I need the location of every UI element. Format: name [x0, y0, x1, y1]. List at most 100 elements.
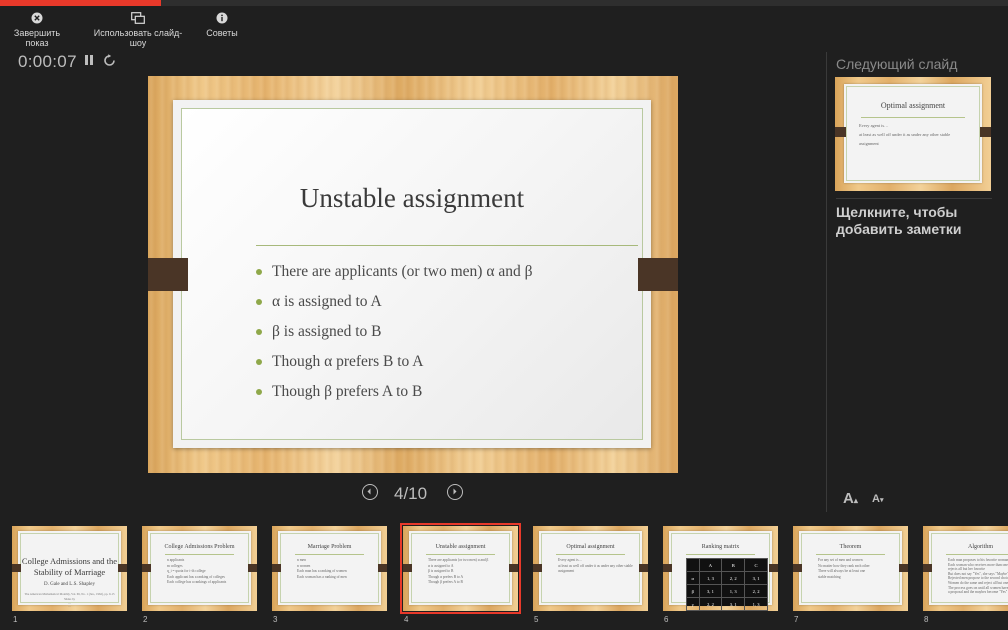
bullet-list: There are applicants (or two men) α and …	[256, 257, 532, 407]
thumb-clip-left	[142, 564, 151, 572]
thumb-rule	[556, 554, 625, 555]
thumb-authors: D. Gale and L.S. Shapley	[44, 582, 95, 587]
tips-button[interactable]: Советы	[204, 12, 240, 38]
chevron-left-icon	[367, 488, 371, 495]
matrix-cell: 1, 3	[721, 584, 746, 598]
thumb-paper: Marriage Problem n men n women Each man has…	[278, 531, 381, 605]
bullet-text: β is assigned to B	[272, 323, 382, 340]
thumb-line: There are applicants (or two men) α and …	[428, 558, 489, 562]
thumb-line: a proposal and the maybes become "Yes"	[948, 590, 1008, 595]
bullet-dot-icon	[256, 329, 262, 335]
thumb-body: There are applicants (or two men) α and …	[428, 558, 488, 586]
thumb-presenters: Slides by......	[21, 597, 118, 609]
thumb-frame: Optimal assignment Every agent is… at leas…	[541, 533, 640, 603]
thumb-rule	[426, 554, 495, 555]
preview-paper: Optimal assignment Every agent is… at le…	[844, 84, 982, 183]
thumb-frame: Algorithm Each man proposes to his favori…	[931, 533, 1008, 603]
next-slide-button[interactable]	[447, 484, 463, 500]
preview-frame: Optimal assignment Every agent is… at le…	[846, 86, 980, 181]
thumb-clip-right	[248, 564, 257, 572]
panel-divider	[826, 52, 827, 512]
bullet-text: There are applicants (or two men) α and …	[272, 263, 533, 280]
duplicate-screens-icon	[131, 12, 145, 24]
speaker-notes-area[interactable]: Щелкните, чтобы добавить заметки	[836, 204, 996, 238]
slide-thumbnail[interactable]: College Admissions Problem n applicants m …	[142, 526, 257, 611]
slide-thumbnail[interactable]: Algorithm Each man proposes to his favori…	[923, 526, 1008, 611]
left-clip	[148, 258, 188, 291]
end-show-button[interactable]: Завершить показ	[4, 12, 70, 48]
thumb-title: College Admissions and the Stability of …	[21, 556, 118, 577]
thumb-rule	[686, 554, 755, 555]
thumb-citation: The American Mathematical Monthly, Vol. …	[24, 592, 115, 596]
thumb-frame: Marriage Problem n men n women Each man has…	[280, 533, 379, 603]
thumb-clip-left	[272, 564, 281, 572]
next-slide-preview[interactable]: Optimal assignment Every agent is… at le…	[835, 77, 991, 191]
preview-body: Every agent is… at least as well off und…	[859, 121, 950, 148]
thumb-presenter-line: ...	[68, 604, 71, 609]
increase-font-button[interactable]: A▴	[843, 490, 858, 507]
info-icon	[216, 12, 228, 24]
increase-font-label: A	[843, 490, 854, 507]
bullet-item: There are applicants (or two men) α and …	[256, 257, 532, 287]
thumb-title: College Admissions Problem	[164, 544, 235, 550]
thumb-title: Algorithm	[968, 544, 993, 550]
matrix-header-cell: C	[744, 558, 768, 572]
thumb-clip-right	[118, 564, 127, 572]
slide-thumbnail[interactable]: Optimal assignment Every agent is… at leas…	[533, 526, 648, 611]
thumbnail-number: 1	[13, 615, 18, 624]
thumb-line: Each man proposes to his favorite woman	[948, 558, 1008, 562]
notes-divider	[836, 198, 992, 199]
thumb-frame: Theorem For any set of men and women No ma…	[801, 533, 900, 603]
thumb-paper: Optimal assignment Every agent is… at leas…	[539, 531, 642, 605]
preview-line: assignment	[859, 141, 879, 146]
matrix-cell: 2, 2	[698, 597, 723, 611]
thumb-body: n men n women Each man has a ranking of wo…	[297, 558, 347, 580]
matrix-cell: α	[686, 571, 700, 585]
thumb-line: For any set of men and women	[818, 558, 863, 562]
matrix-cell: 2, 2	[721, 571, 746, 585]
thumb-title: Theorem	[839, 544, 862, 550]
thumb-line: There will always be at least one	[818, 569, 866, 574]
thumbnail-number: 5	[534, 615, 539, 624]
elapsed-timer: 0:00:07	[18, 52, 77, 71]
slide-thumbnail[interactable]: Ranking matrix A B Cα 1, 3 2, 2 3, 1 β 3, 1 1, 32…	[663, 526, 778, 611]
thumb-paper: College Admissions Problem n applicants m …	[148, 531, 251, 605]
thumb-frame: Unstable assignment There are applicants …	[411, 533, 510, 603]
preview-line: at least as well off under it as under a…	[859, 132, 951, 137]
use-slideshow-button[interactable]: Использовать слайд-шоу	[90, 12, 186, 48]
thumb-line: Each woman has a ranking of men	[297, 574, 347, 579]
bullet-item: Though α prefers B to A	[256, 347, 532, 377]
thumb-clip-left	[923, 564, 932, 572]
matrix-cell: 3, 1	[721, 597, 746, 611]
tips-label: Советы	[206, 28, 238, 38]
slide-thumbnail[interactable]: Marriage Problem n men n women Each man has…	[272, 526, 387, 611]
thumb-rule	[816, 554, 885, 555]
thumb-line: stable matching	[818, 574, 841, 579]
thumb-clip-right	[509, 564, 518, 572]
decrease-font-label: A	[872, 493, 880, 505]
thumb-line: Though β prefers A to B	[428, 580, 463, 585]
bullet-dot-icon	[256, 389, 262, 395]
thumb-rule	[165, 554, 234, 555]
current-slide[interactable]: Unstable assignment There are applicants…	[148, 76, 678, 473]
pause-icon[interactable]	[84, 54, 94, 66]
preview-clip-right	[980, 127, 991, 137]
slide-frame: Unstable assignment There are applicants…	[181, 108, 643, 440]
thumbnail-number: 7	[794, 615, 799, 624]
thumb-paper: Unstable assignment There are applicants …	[409, 531, 512, 605]
matrix-cell: γ	[686, 597, 700, 611]
title-divider	[256, 245, 638, 246]
slide-thumbnail[interactable]: Unstable assignment There are applicants …	[400, 523, 521, 614]
slide-thumbnail[interactable]: College Admissions and the Stability of …	[12, 526, 127, 611]
decrease-font-button[interactable]: A▾	[872, 493, 883, 505]
end-show-label: Завершить показ	[13, 28, 61, 48]
thumb-clip-left	[403, 564, 412, 572]
matrix-cell: β	[686, 584, 700, 598]
matrix-cell: 3, 1	[698, 584, 723, 598]
restart-timer-icon[interactable]	[103, 54, 116, 67]
matrix-cell: 1, 3	[698, 571, 723, 585]
bullet-dot-icon	[256, 359, 262, 365]
previous-slide-button[interactable]	[362, 484, 378, 500]
thumb-clip-left	[533, 564, 542, 572]
slide-thumbnail[interactable]: Theorem For any set of men and women No ma…	[793, 526, 908, 611]
